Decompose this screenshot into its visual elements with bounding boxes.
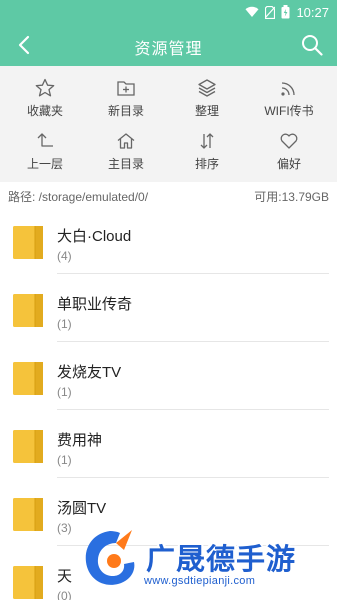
status-bar: 10:27 (0, 0, 337, 24)
no-sim-icon (265, 5, 276, 19)
status-icons: 10:27 (245, 3, 329, 21)
search-icon (302, 35, 323, 56)
page-title: 资源管理 (134, 41, 203, 58)
folder-icon (13, 430, 43, 463)
tool-label: 整理 (194, 104, 219, 118)
heart-icon (278, 130, 300, 151)
up-level-button[interactable]: 上一层 (3, 122, 87, 172)
watermark: 广晟德手游 www.gsdtiepianji.com (66, 524, 337, 600)
watermark-name: 广晟德手游 (146, 544, 297, 576)
file-name: 大白·Cloud (57, 228, 132, 245)
status-time: 10:27 (296, 4, 329, 20)
path-bar: 路径: /storage/emulated/0/ 可用:13.79GB (0, 182, 337, 206)
list-item[interactable]: 费用神 (1) (0, 410, 337, 478)
watermark-logo-icon (85, 530, 135, 585)
current-path: 路径: /storage/emulated/0/ (8, 190, 149, 204)
action-toolbar: 收藏夹 新目录 整理 WIFI传书 上一层 主目录 排序 偏好 (0, 66, 337, 182)
search-button[interactable] (301, 34, 323, 56)
tool-label: 主目录 (107, 157, 144, 171)
battery-icon (281, 5, 290, 19)
file-name: 汤圆TV (57, 500, 107, 517)
sort-icon (196, 130, 218, 151)
folder-icon (13, 498, 43, 531)
sort-button[interactable]: 排序 (165, 122, 249, 172)
list-item[interactable]: 大白·Cloud (4) (0, 206, 337, 274)
app-bar: 资源管理 (0, 24, 337, 66)
home-dir-button[interactable]: 主目录 (84, 122, 168, 172)
star-icon (34, 77, 56, 98)
new-folder-icon (115, 77, 137, 98)
organize-button[interactable]: 整理 (165, 69, 249, 119)
home-icon (115, 130, 137, 151)
tool-label: 收藏夹 (26, 104, 63, 118)
up-level-icon (34, 130, 56, 151)
folder-icon (13, 362, 43, 395)
file-count: (1) (57, 385, 72, 399)
folder-icon (13, 294, 43, 327)
available-space: 可用:13.79GB (254, 190, 329, 204)
layers-icon (196, 77, 218, 98)
file-count: (4) (57, 249, 72, 263)
file-count: (1) (57, 453, 72, 467)
folder-icon (13, 566, 43, 599)
tool-label: 上一层 (26, 157, 63, 171)
file-name: 费用神 (57, 432, 103, 449)
file-count: (1) (57, 317, 72, 331)
list-item[interactable]: 发烧友TV (1) (0, 342, 337, 410)
wifi-share-button[interactable]: WIFI传书 (247, 69, 331, 119)
folder-icon (13, 226, 43, 259)
wifi-icon (245, 6, 259, 18)
list-item[interactable]: 单职业传奇 (1) (0, 274, 337, 342)
watermark-url: www.gsdtiepianji.com (144, 575, 256, 587)
tool-label: 新目录 (107, 104, 144, 118)
tool-label: 偏好 (276, 157, 301, 171)
file-name: 单职业传奇 (57, 296, 133, 313)
preferences-button[interactable]: 偏好 (247, 122, 331, 172)
tool-label: WIFI传书 (264, 104, 314, 118)
wifi-share-icon (278, 77, 300, 98)
tool-label: 排序 (194, 157, 219, 171)
file-name: 发烧友TV (57, 364, 122, 381)
favorites-button[interactable]: 收藏夹 (3, 69, 87, 119)
new-folder-button[interactable]: 新目录 (84, 69, 168, 119)
